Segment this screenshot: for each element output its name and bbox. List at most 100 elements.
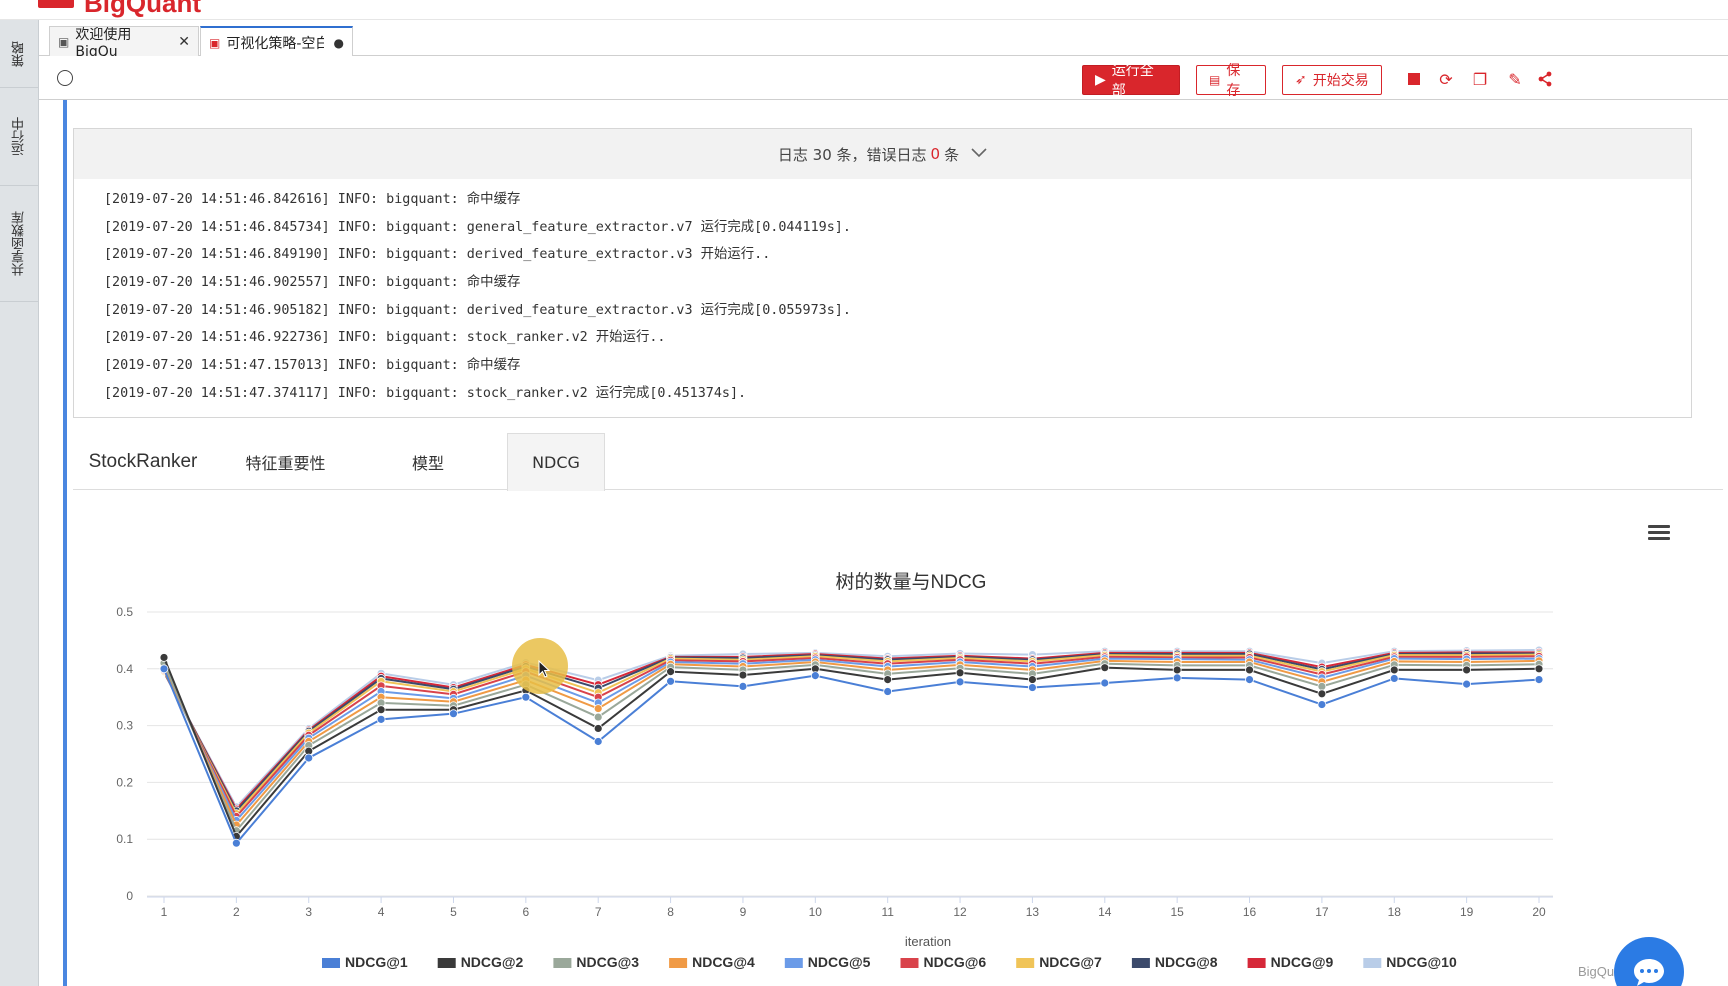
data-point[interactable]: [376, 714, 386, 724]
series-line: [163, 668, 1540, 846]
data-point[interactable]: [955, 677, 965, 687]
data-point[interactable]: [159, 664, 169, 674]
chart-menu-icon[interactable]: [1648, 525, 1670, 543]
x-tick-label: 11: [881, 905, 894, 919]
tab-visual-strategy[interactable]: ▣ 可视化策略-空白 ●: [200, 26, 353, 57]
x-tick-label: 9: [740, 905, 747, 919]
data-point[interactable]: [1245, 675, 1254, 684]
data-point[interactable]: [1317, 682, 1327, 691]
x-axis: 1 2 3 4 5 6 7 8 9 10 11 12 13 14 15 16 17 18 19 20: [147, 896, 1553, 919]
data-point[interactable]: [1389, 674, 1399, 683]
tab-stockranker[interactable]: StockRanker: [83, 433, 203, 490]
sidebar-item-shared-functions[interactable]: 共享函数库: [0, 186, 38, 302]
data-point[interactable]: [1172, 665, 1182, 675]
share-icon[interactable]: [1534, 68, 1556, 90]
data-point[interactable]: [521, 692, 531, 702]
data-point[interactable]: [593, 724, 603, 733]
run-all-button[interactable]: ▶ 运行全部: [1082, 63, 1180, 99]
data-point[interactable]: [304, 753, 314, 763]
log-line: [2019-07-20 14:51:47.374117] INFO: bigqu…: [104, 385, 747, 401]
legend-swatch: [1363, 958, 1382, 968]
series-ndcg-at-9[interactable]: [159, 647, 1544, 814]
sidebar-item-label: 运行中: [11, 117, 27, 156]
data-point[interactable]: [1028, 675, 1037, 684]
data-point[interactable]: [955, 668, 965, 678]
legend-item[interactable]: NDCG@4: [669, 954, 755, 970]
data-point[interactable]: [159, 653, 169, 662]
legend-item[interactable]: NDCG@8: [1131, 954, 1218, 970]
series-ndcg-at-7[interactable]: [159, 650, 1544, 819]
data-point[interactable]: [1028, 683, 1037, 692]
data-point[interactable]: [593, 704, 603, 713]
data-point[interactable]: [1389, 665, 1399, 675]
data-point[interactable]: [1100, 678, 1110, 688]
data-point[interactable]: [1317, 700, 1327, 709]
tab-model[interactable]: 模型: [373, 433, 483, 490]
data-point[interactable]: [1462, 665, 1472, 675]
legend-item[interactable]: NDCG@6: [900, 954, 987, 970]
unsaved-dot-icon[interactable]: ●: [334, 36, 344, 50]
sidebar-item-running[interactable]: 运行中: [0, 88, 38, 186]
x-axis-label: iteration: [905, 934, 951, 949]
save-button[interactable]: ▤ 保存: [1196, 63, 1266, 99]
log-panel: 日志 30 条，错误日志 0 条 [2019-07-20 14:51:46.84…: [73, 128, 1692, 418]
close-icon[interactable]: ✕: [178, 34, 190, 50]
data-point[interactable]: [231, 838, 241, 848]
data-point[interactable]: [1462, 679, 1472, 689]
data-point[interactable]: [1534, 664, 1544, 674]
circle-status-icon[interactable]: [57, 70, 73, 86]
legend-item[interactable]: NDCG@9: [1247, 954, 1334, 970]
x-tick-label: 7: [595, 905, 602, 919]
tab-ndcg[interactable]: NDCG: [507, 433, 605, 491]
x-tick-label: 14: [1098, 905, 1112, 919]
sidebar-item-strategy[interactable]: 策略: [0, 20, 38, 88]
log-line: [2019-07-20 14:51:46.922736] INFO: bigqu…: [104, 330, 666, 346]
tab-welcome[interactable]: ▣ 欢迎使用BigQu ✕: [49, 26, 199, 60]
data-point[interactable]: [883, 675, 893, 684]
log-lines: [2019-07-20 14:51:46.842616] INFO: bigqu…: [104, 187, 851, 409]
series-ndcg-at-5[interactable]: [159, 654, 1544, 825]
copy-icon[interactable]: ❐: [1469, 68, 1491, 90]
legend-item[interactable]: NDCG@5: [784, 954, 871, 970]
save-icon: ▤: [1209, 73, 1221, 87]
tab-label: 欢迎使用BigQu: [75, 26, 132, 60]
x-tick-label: 1: [161, 905, 168, 919]
refresh-icon[interactable]: ⟳: [1435, 68, 1457, 90]
log-line: [2019-07-20 14:51:46.902557] INFO: bigqu…: [104, 275, 521, 291]
y-axis: 0 0.1 0.2 0.3 0.4 0.5: [116, 605, 133, 903]
legend-item[interactable]: NDCG@3: [553, 954, 639, 970]
vertical-sidebar: 策略 运行中 共享函数库: [0, 20, 39, 986]
data-point[interactable]: [593, 712, 603, 722]
tab-feature-importance[interactable]: 特征重要性: [223, 433, 348, 490]
data-point[interactable]: [883, 687, 893, 696]
legend-swatch: [1247, 958, 1266, 968]
data-point[interactable]: [810, 671, 820, 681]
legend-item[interactable]: NDCG@10: [1363, 954, 1457, 970]
chart-series: [159, 645, 1544, 848]
legend-item[interactable]: NDCG@1: [322, 954, 408, 970]
y-tick-label: 0.3: [116, 719, 133, 733]
legend-item[interactable]: NDCG@7: [1016, 954, 1102, 970]
data-point[interactable]: [1317, 689, 1327, 699]
data-point[interactable]: [1172, 673, 1182, 683]
data-point[interactable]: [376, 705, 386, 715]
stop-icon[interactable]: [1403, 68, 1425, 90]
settings-icon[interactable]: ✎: [1504, 68, 1526, 90]
data-point[interactable]: [738, 670, 748, 680]
legend-item[interactable]: NDCG@2: [437, 954, 524, 970]
file-tab-bar: ▣ 欢迎使用BigQu ✕ ▣ 可视化策略-空白 ●: [39, 20, 1728, 60]
x-tick-label: 13: [1026, 905, 1040, 919]
data-point[interactable]: [738, 682, 748, 691]
legend-label: NDCG@7: [1039, 954, 1102, 970]
data-point[interactable]: [1534, 675, 1544, 684]
x-tick-label: 17: [1315, 905, 1329, 919]
data-point[interactable]: [666, 676, 675, 686]
play-icon: ▶: [1095, 72, 1106, 88]
log-summary-toggle[interactable]: 日志 30 条，错误日志 0 条: [74, 129, 1691, 179]
data-point[interactable]: [1245, 665, 1254, 675]
data-point[interactable]: [449, 709, 458, 719]
data-point[interactable]: [1100, 663, 1110, 673]
start-trading-button[interactable]: ➶ 开始交易: [1282, 65, 1382, 95]
data-point[interactable]: [666, 667, 675, 677]
data-point[interactable]: [593, 737, 603, 746]
